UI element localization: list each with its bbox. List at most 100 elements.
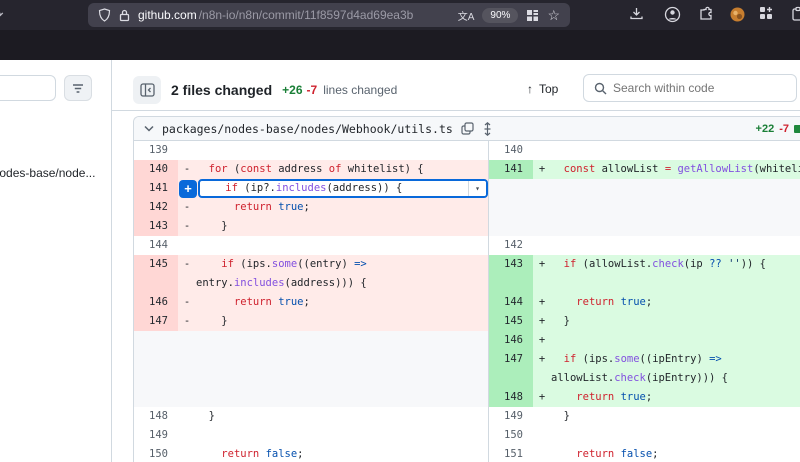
line-number[interactable]: 149 bbox=[134, 426, 178, 445]
line-number[interactable]: 142 bbox=[134, 198, 178, 217]
clipboard-icon[interactable] bbox=[791, 6, 800, 22]
back-to-top-link[interactable]: ↑ Top bbox=[527, 82, 558, 96]
diff-marker: - bbox=[178, 217, 196, 236]
total-additions: +26 bbox=[282, 83, 302, 97]
selected-line-box: if (ip?.includes(address)) {▾ bbox=[198, 179, 488, 198]
diff-empty-cell bbox=[488, 179, 800, 198]
line-number[interactable]: 144 bbox=[489, 293, 533, 312]
line-number[interactable]: 140 bbox=[489, 141, 533, 160]
diff-marker bbox=[178, 141, 196, 160]
diff-marker: - bbox=[178, 312, 196, 331]
diff-empty-cell bbox=[134, 331, 488, 350]
file-header: packages/nodes-base/nodes/Webhook/utils.… bbox=[134, 117, 800, 141]
line-number[interactable]: 144 bbox=[134, 236, 178, 255]
browser-tabbar: CD Segurança – Conver... bbox=[0, 30, 800, 60]
line-number[interactable]: 142 bbox=[489, 236, 533, 255]
diff-empty-cell bbox=[134, 350, 488, 388]
chevron-down-icon[interactable] bbox=[144, 125, 154, 132]
file-tree-item[interactable]: packages/nodes-base/node... bbox=[0, 166, 95, 180]
addon-extension-icon[interactable] bbox=[730, 7, 745, 22]
diff-row: 146- return true;144+ return true; bbox=[134, 293, 800, 312]
diff-row: 141+ if (ip?.includes(address)) {▾ bbox=[134, 179, 800, 198]
line-number[interactable]: 150 bbox=[134, 445, 178, 462]
diff-cell: 148 } bbox=[134, 407, 488, 426]
search-icon bbox=[594, 82, 607, 95]
search-input[interactable] bbox=[613, 81, 763, 95]
diff-row: 139 140 bbox=[134, 141, 800, 160]
diff-row: 147- }145+ } bbox=[134, 312, 800, 331]
line-number[interactable]: 143 bbox=[134, 217, 178, 236]
diff-empty-cell bbox=[134, 388, 488, 407]
diff-cell: 142- return true; bbox=[134, 198, 488, 217]
file-additions: +22 bbox=[756, 123, 775, 135]
diff-marker bbox=[533, 141, 551, 160]
diff-block-addition bbox=[794, 125, 800, 133]
reader-grid-icon[interactable] bbox=[526, 9, 539, 22]
address-bar[interactable]: github.com /n8n-io/n8n/commit/11f8597d4a… bbox=[88, 3, 570, 27]
diff-marker bbox=[533, 445, 551, 462]
code-line: return true; bbox=[551, 388, 800, 407]
diff-marker: + bbox=[533, 388, 551, 407]
code-line: for (const address of whitelist) { bbox=[196, 160, 488, 179]
line-number[interactable]: 143 bbox=[489, 255, 533, 293]
line-number[interactable]: 146 bbox=[489, 331, 533, 350]
diff-blocks bbox=[794, 125, 800, 133]
translate-icon[interactable]: 文A bbox=[458, 8, 475, 23]
extensions-puzzle-icon[interactable] bbox=[699, 6, 714, 22]
account-icon[interactable] bbox=[664, 6, 681, 23]
line-number[interactable]: 150 bbox=[489, 426, 533, 445]
line-number[interactable]: 141 bbox=[489, 160, 533, 179]
line-number[interactable]: 147 bbox=[134, 312, 178, 331]
grid-add-icon[interactable] bbox=[759, 6, 774, 21]
file-diff-container: packages/nodes-base/nodes/Webhook/utils.… bbox=[133, 116, 800, 462]
add-comment-button[interactable]: + bbox=[179, 180, 197, 198]
diff-cell: 144 bbox=[134, 236, 488, 255]
drag-handle-icon[interactable] bbox=[482, 122, 493, 136]
diff-cell: 144+ return true; bbox=[488, 293, 800, 312]
bookmark-star-icon[interactable]: ☆ bbox=[547, 7, 560, 24]
code-line: return true; bbox=[196, 198, 488, 217]
file-diff-stats: +22 -7 bbox=[756, 117, 800, 141]
lock-icon[interactable] bbox=[119, 9, 130, 22]
search-within-code[interactable] bbox=[583, 74, 797, 102]
copy-path-icon[interactable] bbox=[461, 122, 474, 135]
line-number[interactable]: 149 bbox=[489, 407, 533, 426]
reload-icon[interactable]: ⟳ bbox=[0, 6, 4, 24]
diff-marker: + bbox=[533, 331, 551, 350]
diff-row: 142- return true; bbox=[134, 198, 800, 217]
diff-cell: 150 return false; bbox=[134, 445, 488, 462]
line-number[interactable]: 148 bbox=[489, 388, 533, 407]
line-number[interactable]: 147 bbox=[489, 350, 533, 388]
zoom-badge[interactable]: 90% bbox=[482, 8, 518, 23]
line-number[interactable]: 141 bbox=[134, 179, 178, 198]
line-menu-caret[interactable]: ▾ bbox=[468, 181, 486, 196]
browser-navbar: ⟳ github.com /n8n-io/n8n/commit/11f8597d… bbox=[0, 0, 800, 30]
diff-row: 143- } bbox=[134, 217, 800, 236]
diff-row: 146+ bbox=[134, 331, 800, 350]
line-number[interactable]: 151 bbox=[489, 445, 533, 462]
diff-marker: + bbox=[533, 312, 551, 331]
diff-cell: 148+ return true; bbox=[488, 388, 800, 407]
code-line bbox=[196, 141, 488, 160]
diff-cell: 143+ if (allowList.check(ip ?? '')) { bbox=[488, 255, 800, 293]
diff-marker bbox=[178, 236, 196, 255]
file-path[interactable]: packages/nodes-base/nodes/Webhook/utils.… bbox=[162, 122, 453, 136]
line-number[interactable]: 148 bbox=[134, 407, 178, 426]
file-filter-button[interactable] bbox=[64, 75, 92, 101]
line-number[interactable]: 140 bbox=[134, 160, 178, 179]
shield-icon[interactable] bbox=[98, 8, 111, 22]
diff-cell: 139 bbox=[134, 141, 488, 160]
top-label: Top bbox=[539, 82, 558, 96]
diff-cell: 145+ } bbox=[488, 312, 800, 331]
file-tree-toggle-button[interactable] bbox=[133, 76, 161, 104]
diff-cell: 145- if (ips.some((entry) =>entry.includ… bbox=[134, 255, 488, 293]
file-filter-input[interactable] bbox=[0, 75, 56, 101]
diff-cell: 143- } bbox=[134, 217, 488, 236]
line-number[interactable]: 145 bbox=[134, 255, 178, 293]
line-number[interactable]: 139 bbox=[134, 141, 178, 160]
line-number[interactable]: 145 bbox=[489, 312, 533, 331]
screenshot: ⟳ github.com /n8n-io/n8n/commit/11f8597d… bbox=[0, 0, 800, 462]
diff-row: 140- for (const address of whitelist) {1… bbox=[134, 160, 800, 179]
line-number[interactable]: 146 bbox=[134, 293, 178, 312]
downloads-icon[interactable] bbox=[629, 6, 644, 22]
